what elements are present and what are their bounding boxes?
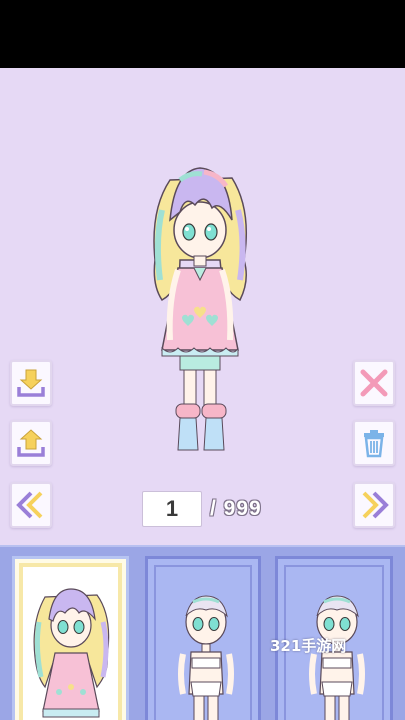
upload-icon <box>17 429 45 457</box>
delete-button[interactable] <box>353 420 395 466</box>
previous-icon <box>16 491 43 519</box>
character-slot-selected[interactable] <box>12 556 129 720</box>
load-upload-button[interactable] <box>10 420 52 466</box>
trash-icon <box>364 430 384 458</box>
slot-character-thumbnail <box>33 588 110 718</box>
slot-total-label: / 999 <box>210 497 262 520</box>
download-icon <box>17 369 45 397</box>
next-icon <box>362 491 389 519</box>
reset-close-button[interactable] <box>353 360 395 406</box>
slot-base-doll-thumbnail <box>178 595 234 720</box>
next-button[interactable] <box>353 482 395 528</box>
slot-number-input[interactable]: 1 <box>142 491 202 527</box>
character-slot-2[interactable] <box>145 556 261 720</box>
slot-frame <box>19 563 122 720</box>
top-black-bar <box>0 0 405 68</box>
save-download-button[interactable] <box>10 360 52 406</box>
previous-button[interactable] <box>10 482 52 528</box>
watermark-text: 321手游网 <box>270 637 347 655</box>
close-icon <box>360 369 388 397</box>
slot-frame <box>154 565 252 720</box>
character-preview <box>153 167 248 451</box>
